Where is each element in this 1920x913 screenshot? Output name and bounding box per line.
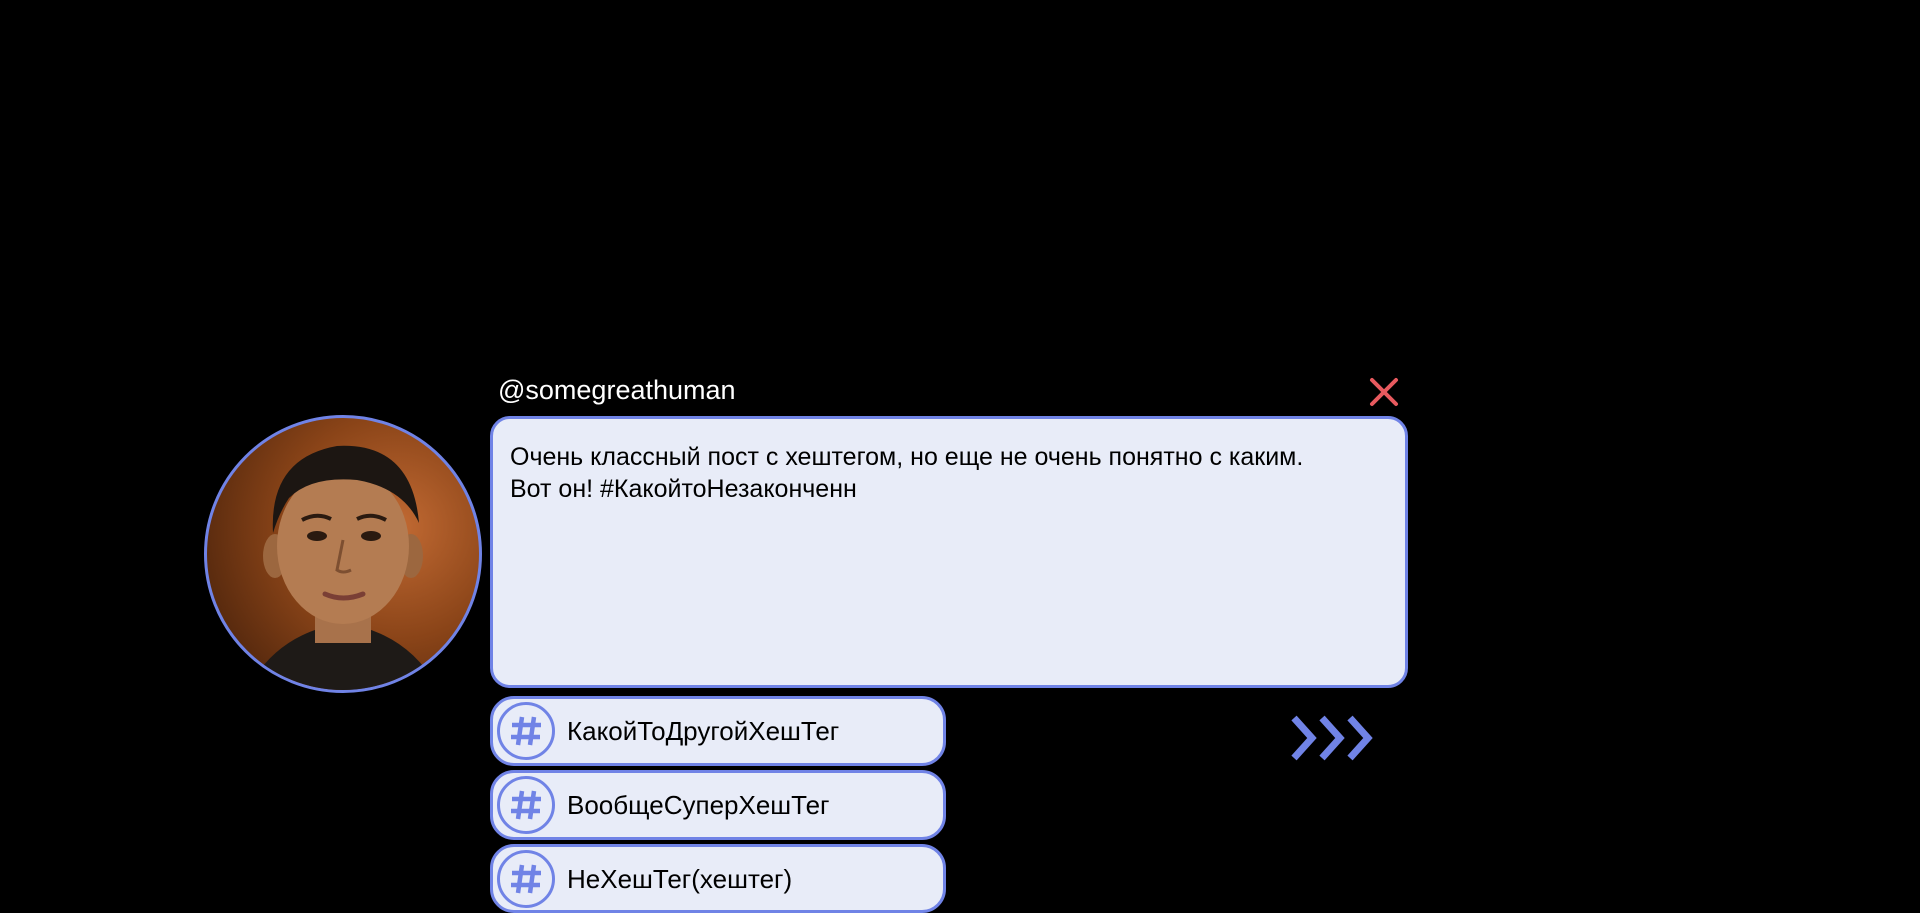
avatar — [204, 415, 482, 693]
hashtag-icon-badge — [497, 776, 555, 834]
hashtag-icon — [511, 864, 541, 894]
chevrons-right-icon — [1291, 715, 1373, 761]
hashtag-icon — [511, 790, 541, 820]
hashtag-label: КакойТоДругойХешТег — [567, 716, 840, 746]
username: @somegreathuman — [498, 375, 736, 405]
hashtag-suggestion[interactable]: НеХешТег(хештег) — [490, 844, 946, 913]
close-icon — [1370, 378, 1398, 406]
close-button[interactable] — [1364, 372, 1404, 412]
avatar-portrait — [247, 445, 439, 690]
hashtag-icon-badge — [497, 702, 555, 760]
post-text: Очень классный пост с хештегом, но еще н… — [510, 443, 1304, 503]
post-textarea[interactable]: Очень классный пост с хештегом, но еще н… — [490, 416, 1408, 688]
hashtag-suggestion[interactable]: КакойТоДругойХешТег — [490, 696, 946, 766]
hashtag-suggestion[interactable]: ВообщеСуперХешТег — [490, 770, 946, 840]
next-button[interactable] — [1290, 714, 1382, 762]
hashtag-label: ВообщеСуперХешТег — [567, 790, 830, 820]
hashtag-icon — [511, 716, 541, 746]
hashtag-icon-badge — [497, 850, 555, 908]
hashtag-label: НеХешТег(хештег) — [567, 864, 793, 894]
